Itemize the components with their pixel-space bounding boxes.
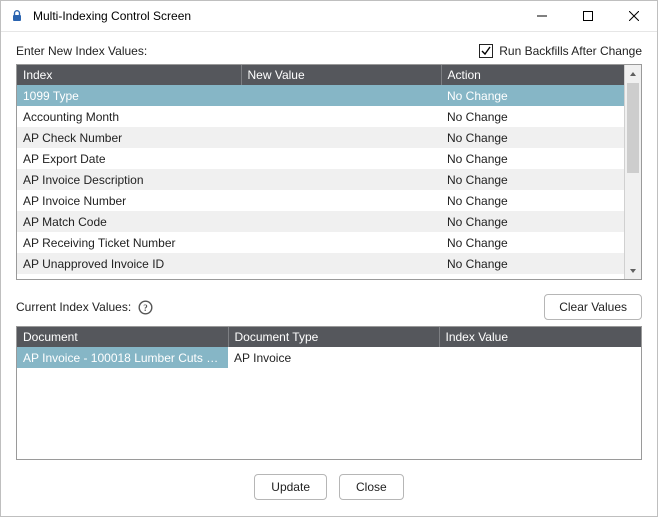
- cell-index: AP Invoice Number: [17, 190, 241, 211]
- cell-index: AP Receiving Ticket Number: [17, 232, 241, 253]
- scroll-up-icon[interactable]: [625, 65, 641, 82]
- current-values-grid[interactable]: Document Document Type Index Value AP In…: [16, 326, 642, 460]
- table-row[interactable]: AP Invoice - 100018 Lumber Cuts - 2134..…: [17, 347, 641, 368]
- doc-grid-header[interactable]: Document Document Type Index Value: [17, 327, 641, 347]
- cell-index: Accounting Month: [17, 106, 241, 127]
- close-window-button[interactable]: [611, 1, 657, 31]
- cell-action: No Change: [441, 211, 624, 232]
- cell-doc-type: AP Invoice: [228, 347, 439, 368]
- titlebar: Multi-Indexing Control Screen: [1, 1, 657, 32]
- content-area: Enter New Index Values: Run Backfills Af…: [1, 32, 657, 516]
- cell-action: No Change: [441, 253, 624, 274]
- lock-icon: [9, 8, 25, 24]
- minimize-button[interactable]: [519, 1, 565, 31]
- help-icon[interactable]: ?: [137, 299, 153, 315]
- window-title: Multi-Indexing Control Screen: [33, 9, 519, 23]
- table-row[interactable]: AP Unapproved Invoice ID No Change: [17, 253, 624, 274]
- window-controls: [519, 1, 657, 31]
- cell-index: AP Invoice Description: [17, 169, 241, 190]
- cell-action: No Change: [441, 148, 624, 169]
- svg-text:?: ?: [143, 303, 148, 313]
- table-row[interactable]: Accounting Month No Change: [17, 106, 624, 127]
- cell-new-value: [241, 106, 441, 127]
- cell-new-value: [241, 85, 441, 106]
- cell-index: AP Unapproved Invoice ID: [17, 253, 241, 274]
- vertical-scrollbar[interactable]: [624, 65, 641, 279]
- checkbox-icon: [479, 44, 493, 58]
- cell-index: 1099 Type: [17, 85, 241, 106]
- enter-new-label: Enter New Index Values:: [16, 44, 147, 58]
- table-row[interactable]: AP Export Date No Change: [17, 148, 624, 169]
- cell-document: AP Invoice - 100018 Lumber Cuts - 2134..…: [17, 347, 228, 368]
- cell-new-value: [241, 253, 441, 274]
- col-header-document[interactable]: Document: [17, 327, 228, 347]
- col-header-doc-type[interactable]: Document Type: [228, 327, 439, 347]
- index-values-grid[interactable]: Index New Value Action 1099 Type No Chan…: [16, 64, 642, 280]
- scroll-thumb[interactable]: [627, 83, 639, 173]
- table-row[interactable]: AP Invoice Number No Change: [17, 190, 624, 211]
- run-backfills-checkbox[interactable]: Run Backfills After Change: [479, 44, 642, 58]
- cell-action: No Change: [441, 169, 624, 190]
- cell-action: No Change: [441, 106, 624, 127]
- index-grid-header[interactable]: Index New Value Action: [17, 65, 624, 85]
- cell-action: No Change: [441, 85, 624, 106]
- col-header-index-value[interactable]: Index Value: [439, 327, 641, 347]
- cell-new-value: [241, 232, 441, 253]
- table-row[interactable]: AP Check Number No Change: [17, 127, 624, 148]
- cell-action: No Change: [441, 232, 624, 253]
- cell-index: AP Check Number: [17, 127, 241, 148]
- cell-action: No Change: [441, 190, 624, 211]
- close-button[interactable]: Close: [339, 474, 404, 500]
- cell-index: AP Export Date: [17, 148, 241, 169]
- footer-buttons: Update Close: [16, 460, 642, 516]
- col-header-new-value[interactable]: New Value: [241, 65, 441, 85]
- col-header-index[interactable]: Index: [17, 65, 241, 85]
- maximize-button[interactable]: [565, 1, 611, 31]
- cell-new-value: [241, 211, 441, 232]
- scroll-down-icon[interactable]: [625, 262, 641, 279]
- cell-index-value: [439, 347, 641, 368]
- table-row[interactable]: AP Receiving Ticket Number No Change: [17, 232, 624, 253]
- cell-new-value: [241, 127, 441, 148]
- cell-index: AP Match Code: [17, 211, 241, 232]
- run-backfills-label: Run Backfills After Change: [499, 44, 642, 58]
- app-window: Multi-Indexing Control Screen Enter New …: [0, 0, 658, 517]
- update-button[interactable]: Update: [254, 474, 327, 500]
- cell-action: No Change: [441, 127, 624, 148]
- cell-new-value: [241, 148, 441, 169]
- col-header-action[interactable]: Action: [441, 65, 624, 85]
- cell-new-value: [241, 169, 441, 190]
- current-values-label: Current Index Values:: [16, 300, 131, 314]
- table-row[interactable]: 1099 Type No Change: [17, 85, 624, 106]
- table-row[interactable]: AP Invoice Description No Change: [17, 169, 624, 190]
- cell-new-value: [241, 190, 441, 211]
- clear-values-button[interactable]: Clear Values: [544, 294, 642, 320]
- table-row[interactable]: AP Match Code No Change: [17, 211, 624, 232]
